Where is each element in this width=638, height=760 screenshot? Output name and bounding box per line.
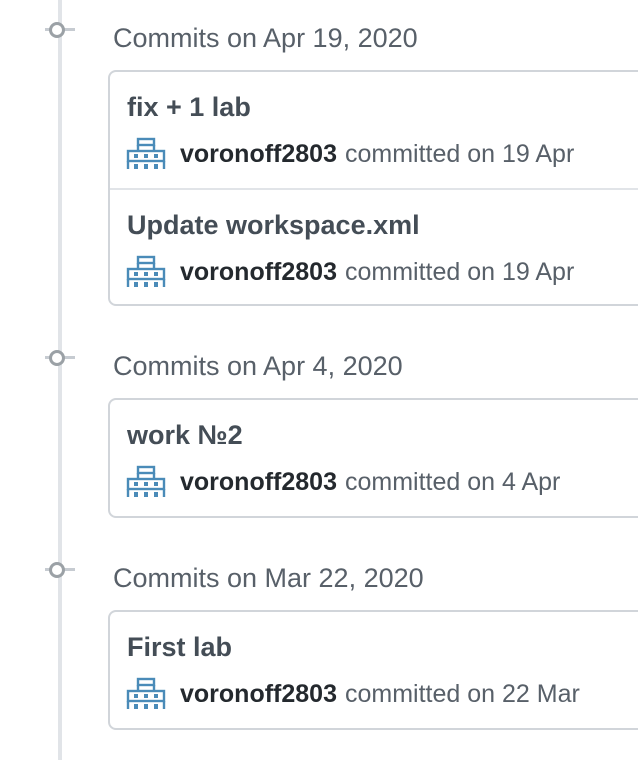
commit-dot-icon (49, 350, 65, 366)
commit-group-title: Commits on Mar 22, 2020 (113, 563, 424, 593)
commit-list: work №2 voronoff2803 committed on 4 Apr (108, 398, 638, 518)
commit-meta: voronoff2803 committed on 4 Apr (126, 462, 560, 502)
commit-meta: voronoff2803 committed on 19 Apr (126, 134, 574, 174)
commit-date: committed on 19 Apr (344, 139, 575, 168)
commit-author-link[interactable]: voronoff2803 (180, 140, 337, 169)
commit-date: committed on 22 Mar (344, 679, 580, 708)
commit-author-link[interactable]: voronoff2803 (180, 468, 337, 497)
commit-title-link[interactable]: work №2 (127, 420, 243, 451)
timeline-line (58, 0, 62, 760)
commit-group-header: Commits on Mar 22, 2020 (0, 552, 638, 593)
commit-item: work №2 voronoff2803 committed on 4 Apr (110, 400, 638, 516)
commit-item: Update workspace.xml voronoff2803 commit… (110, 188, 638, 304)
commit-item: fix + 1 lab voronoff2803 committed on 19… (110, 72, 638, 188)
commit-title-link[interactable]: Update workspace.xml (127, 210, 420, 241)
commit-date: committed on 4 Apr (344, 467, 561, 496)
commit-group-header: Commits on Apr 19, 2020 (0, 12, 638, 53)
identicon-avatar[interactable] (126, 677, 166, 711)
commit-item: First lab voronoff2803 committed on 22 M… (110, 612, 638, 728)
identicon-avatar[interactable] (126, 465, 166, 499)
commit-group-title: Commits on Apr 4, 2020 (113, 351, 403, 381)
commit-date: committed on 19 Apr (344, 257, 575, 286)
commit-meta: voronoff2803 committed on 22 Mar (126, 674, 580, 714)
commit-meta: voronoff2803 committed on 19 Apr (126, 252, 574, 292)
commit-dot-icon (49, 562, 65, 578)
commit-history: Commits on Apr 19, 2020 fix + 1 lab voro… (0, 0, 638, 760)
commit-title-link[interactable]: First lab (127, 632, 232, 663)
commit-list: First lab voronoff2803 committed on 22 M… (108, 610, 638, 730)
commit-title-link[interactable]: fix + 1 lab (127, 92, 251, 123)
commit-list: fix + 1 lab voronoff2803 committed on 19… (108, 70, 638, 306)
commit-author-link[interactable]: voronoff2803 (180, 258, 337, 287)
identicon-avatar[interactable] (126, 137, 166, 171)
identicon-avatar[interactable] (126, 255, 166, 289)
commit-dot-icon (49, 22, 65, 38)
commit-author-link[interactable]: voronoff2803 (180, 680, 337, 709)
commit-group-title: Commits on Apr 19, 2020 (113, 23, 418, 53)
commit-group-header: Commits on Apr 4, 2020 (0, 340, 638, 381)
